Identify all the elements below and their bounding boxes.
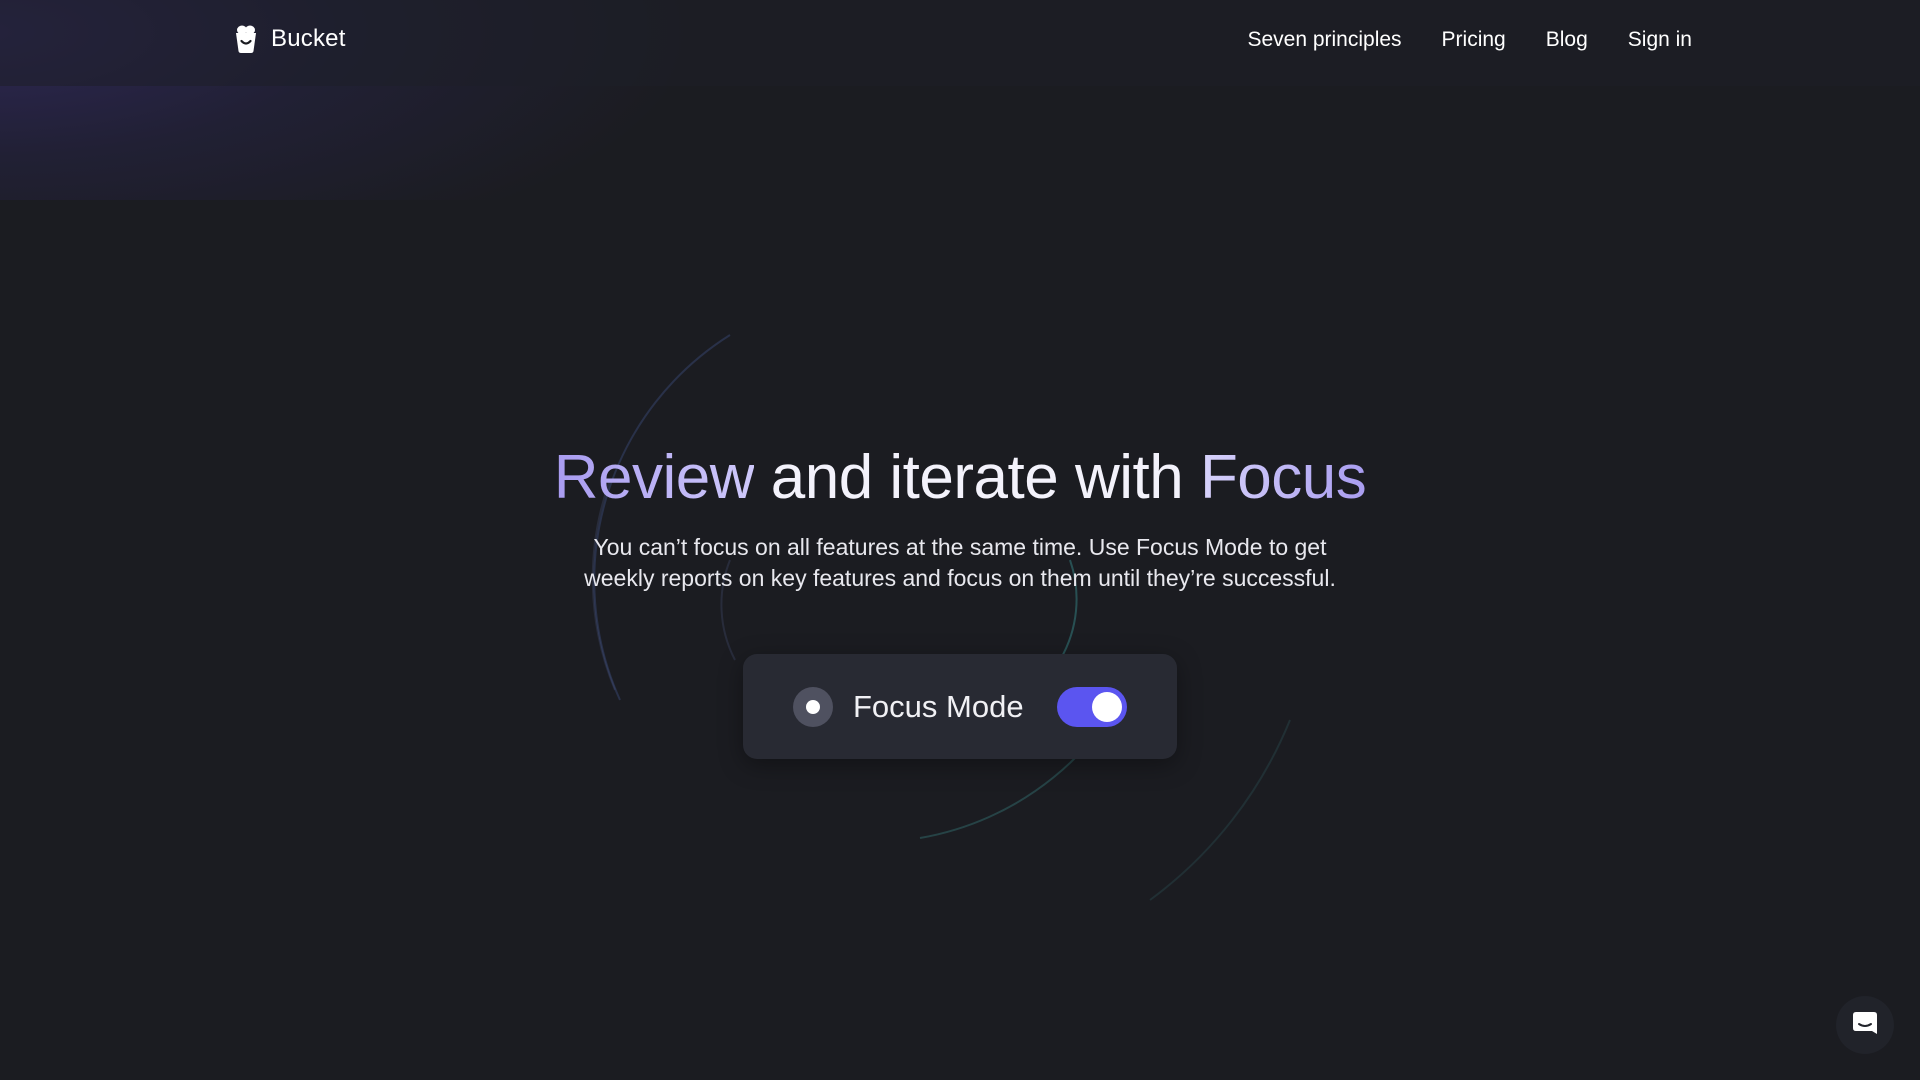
toggle-knob — [1092, 692, 1122, 722]
focus-mode-card: Focus Mode — [743, 654, 1177, 759]
hero-title: Review and iterate with Focus — [0, 438, 1920, 518]
logo-link[interactable]: Bucket — [233, 24, 346, 54]
main-nav: Seven principles Pricing Blog Sign in — [1247, 28, 1692, 52]
hero-subtitle-line-1: You can’t focus on all features at the s… — [593, 534, 1327, 560]
site-header: Bucket Seven principles Pricing Blog Sig… — [0, 0, 1920, 86]
nav-seven-principles[interactable]: Seven principles — [1247, 28, 1401, 52]
radio-dot-icon — [793, 687, 833, 727]
page: Bucket Seven principles Pricing Blog Sig… — [0, 0, 1920, 1080]
hero-title-highlight-end: Focus — [1199, 443, 1367, 512]
hero-title-middle: and iterate with — [754, 443, 1200, 512]
hero-title-highlight-start: Review — [553, 443, 755, 512]
focus-mode-toggle[interactable] — [1057, 687, 1127, 727]
chat-launcher-button[interactable] — [1836, 996, 1894, 1054]
hero-subtitle: You can’t focus on all features at the s… — [460, 532, 1460, 594]
nav-blog[interactable]: Blog — [1546, 28, 1588, 52]
nav-pricing[interactable]: Pricing — [1442, 28, 1506, 52]
bucket-logo-icon — [233, 24, 259, 54]
focus-mode-label: Focus Mode — [853, 689, 1024, 724]
chat-bubble-icon — [1851, 1009, 1879, 1042]
nav-sign-in[interactable]: Sign in — [1628, 28, 1692, 52]
logo-text: Bucket — [271, 25, 346, 52]
hero-subtitle-line-2: weekly reports on key features and focus… — [584, 565, 1336, 591]
